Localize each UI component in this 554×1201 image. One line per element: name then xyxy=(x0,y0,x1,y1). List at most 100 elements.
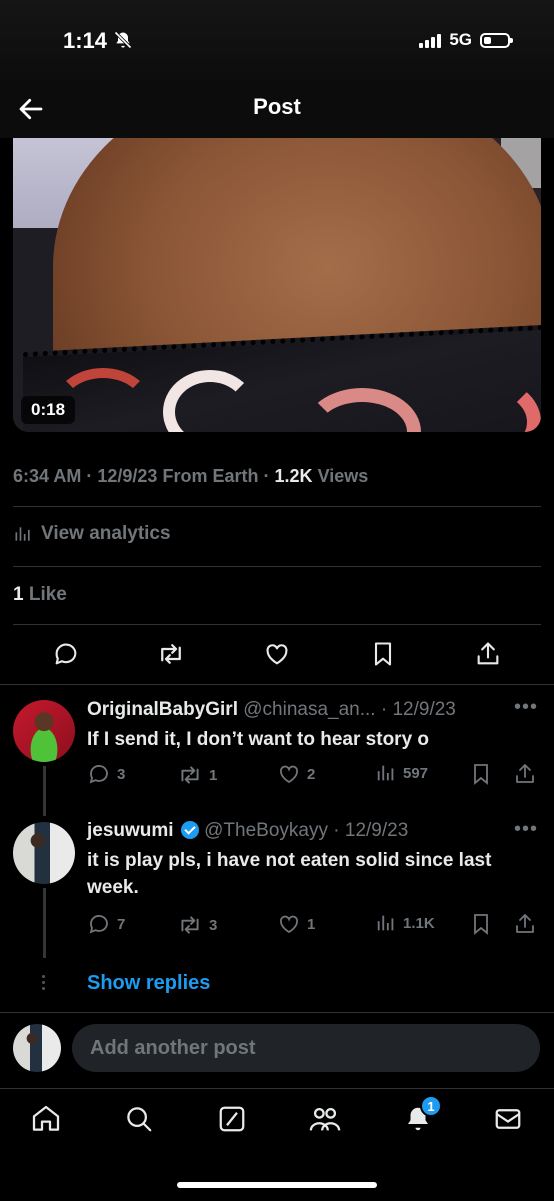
communities-icon xyxy=(309,1107,341,1131)
view-count-button[interactable]: 1.1K xyxy=(375,912,435,934)
avatar[interactable] xyxy=(13,822,75,884)
tab-communities[interactable] xyxy=(307,1101,343,1137)
tab-search[interactable] xyxy=(121,1101,157,1137)
reply-date: · 12/9/23 xyxy=(380,699,456,720)
tab-notifications[interactable]: 1 xyxy=(400,1095,442,1137)
reply-button[interactable] xyxy=(51,639,81,669)
video-duration-badge: 0:18 xyxy=(21,396,76,424)
reply-count: 3 xyxy=(117,765,126,783)
post-time: 6:34 AM xyxy=(13,466,82,486)
bookmark-button[interactable] xyxy=(368,639,398,669)
tab-home[interactable] xyxy=(28,1101,64,1137)
reply-author-handle[interactable]: @chinasa_an... xyxy=(243,699,375,720)
meta-separator: · xyxy=(263,466,270,486)
reply-header: jesuwumi @TheBoykayy · 12/9/23 xyxy=(87,820,408,842)
tab-messages[interactable] xyxy=(490,1101,526,1137)
share-button[interactable] xyxy=(513,762,537,786)
analytics-icon xyxy=(377,765,394,781)
bookmark-icon xyxy=(474,764,488,785)
reply-text: it is play pls, i have not eaten solid s… xyxy=(87,850,492,898)
view-analytics-label: View analytics xyxy=(41,523,171,544)
like-button[interactable] xyxy=(262,639,292,669)
bookmark-icon xyxy=(474,914,488,935)
share-button[interactable] xyxy=(513,912,537,936)
reply-author-name[interactable]: OriginalBabyGirl xyxy=(87,699,238,720)
repost-count: 1 xyxy=(209,766,218,784)
likes-label: Like xyxy=(28,584,67,605)
reply-actions: 3 1 2 597 xyxy=(87,762,541,788)
more-options-button[interactable]: ••• xyxy=(514,818,538,841)
analytics-icon xyxy=(15,527,30,541)
home-indicator xyxy=(177,1182,377,1188)
verified-badge-icon xyxy=(180,821,199,839)
avatar[interactable] xyxy=(13,700,75,762)
more-icon: ••• xyxy=(513,818,538,840)
meta-separator: · xyxy=(86,466,93,486)
more-options-button[interactable]: ••• xyxy=(514,696,538,719)
like-icon xyxy=(266,644,288,665)
view-analytics-button[interactable]: View analytics xyxy=(13,523,171,545)
repost-icon xyxy=(181,766,199,784)
thread-line xyxy=(43,766,46,816)
grok-icon xyxy=(219,1106,245,1132)
status-indicators: 5G xyxy=(419,30,513,50)
share-button[interactable] xyxy=(473,639,503,669)
reply-header: OriginalBabyGirl @chinasa_an... · 12/9/2… xyxy=(87,699,456,721)
bookmark-button[interactable] xyxy=(469,762,493,786)
view-count-button[interactable]: 597 xyxy=(375,762,428,784)
repost-button[interactable] xyxy=(156,639,186,669)
repost-button[interactable]: 1 xyxy=(177,762,217,788)
post-meta: 6:34 AM · 12/9/23 From Earth · 1.2K View… xyxy=(13,466,368,487)
divider xyxy=(0,684,554,685)
reply-button[interactable]: 7 xyxy=(87,912,125,936)
views-label: Views xyxy=(317,466,369,486)
analytics-icon xyxy=(377,915,394,931)
reply-button[interactable]: 3 xyxy=(87,762,125,786)
signal-icon xyxy=(419,32,442,48)
battery-icon xyxy=(480,32,513,48)
divider xyxy=(13,624,541,625)
like-icon xyxy=(280,915,298,934)
likes-summary[interactable]: 1 Like xyxy=(13,584,67,606)
clock-text: 1:14 xyxy=(63,28,108,53)
network-label: 5G xyxy=(449,30,472,49)
like-count: 2 xyxy=(307,765,316,783)
status-time: 1:14 xyxy=(63,28,133,54)
post-video[interactable]: 0:18 xyxy=(13,138,541,432)
repost-count: 3 xyxy=(209,916,218,934)
more-icon: ••• xyxy=(513,696,538,718)
reply-icon xyxy=(89,915,108,934)
post-source: From Earth xyxy=(162,466,259,486)
repost-button[interactable]: 3 xyxy=(177,912,217,938)
repost-icon xyxy=(161,644,182,664)
like-count: 1 xyxy=(307,915,316,933)
thread-line xyxy=(43,888,46,958)
divider xyxy=(13,506,541,507)
reply-icon xyxy=(55,643,77,665)
share-icon xyxy=(516,914,534,933)
divider xyxy=(0,1012,554,1013)
page-title: Post xyxy=(253,94,301,119)
reply-author-name[interactable]: jesuwumi xyxy=(87,820,174,841)
like-icon xyxy=(280,765,298,784)
like-button[interactable]: 1 xyxy=(277,912,315,936)
thread-dots-icon xyxy=(42,975,46,993)
post-actions xyxy=(13,636,541,672)
bookmark-button[interactable] xyxy=(469,912,493,936)
compose-avatar xyxy=(13,1024,61,1072)
show-replies-link[interactable]: Show replies xyxy=(87,972,210,995)
add-post-input[interactable] xyxy=(72,1024,540,1072)
view-count: 1.1K xyxy=(403,914,435,932)
divider xyxy=(13,566,541,567)
reply-author-handle[interactable]: @TheBoykayy xyxy=(204,820,328,841)
share-icon xyxy=(477,642,499,665)
views-count: 1.2K xyxy=(274,466,313,486)
like-button[interactable]: 2 xyxy=(277,762,315,786)
share-icon xyxy=(516,764,534,783)
post-date: 12/9/23 xyxy=(97,466,158,486)
reply-icon xyxy=(89,765,108,784)
view-count: 597 xyxy=(403,764,429,782)
notification-badge: 1 xyxy=(420,1095,442,1117)
bookmark-icon xyxy=(374,642,391,666)
tab-grok[interactable] xyxy=(214,1101,250,1137)
